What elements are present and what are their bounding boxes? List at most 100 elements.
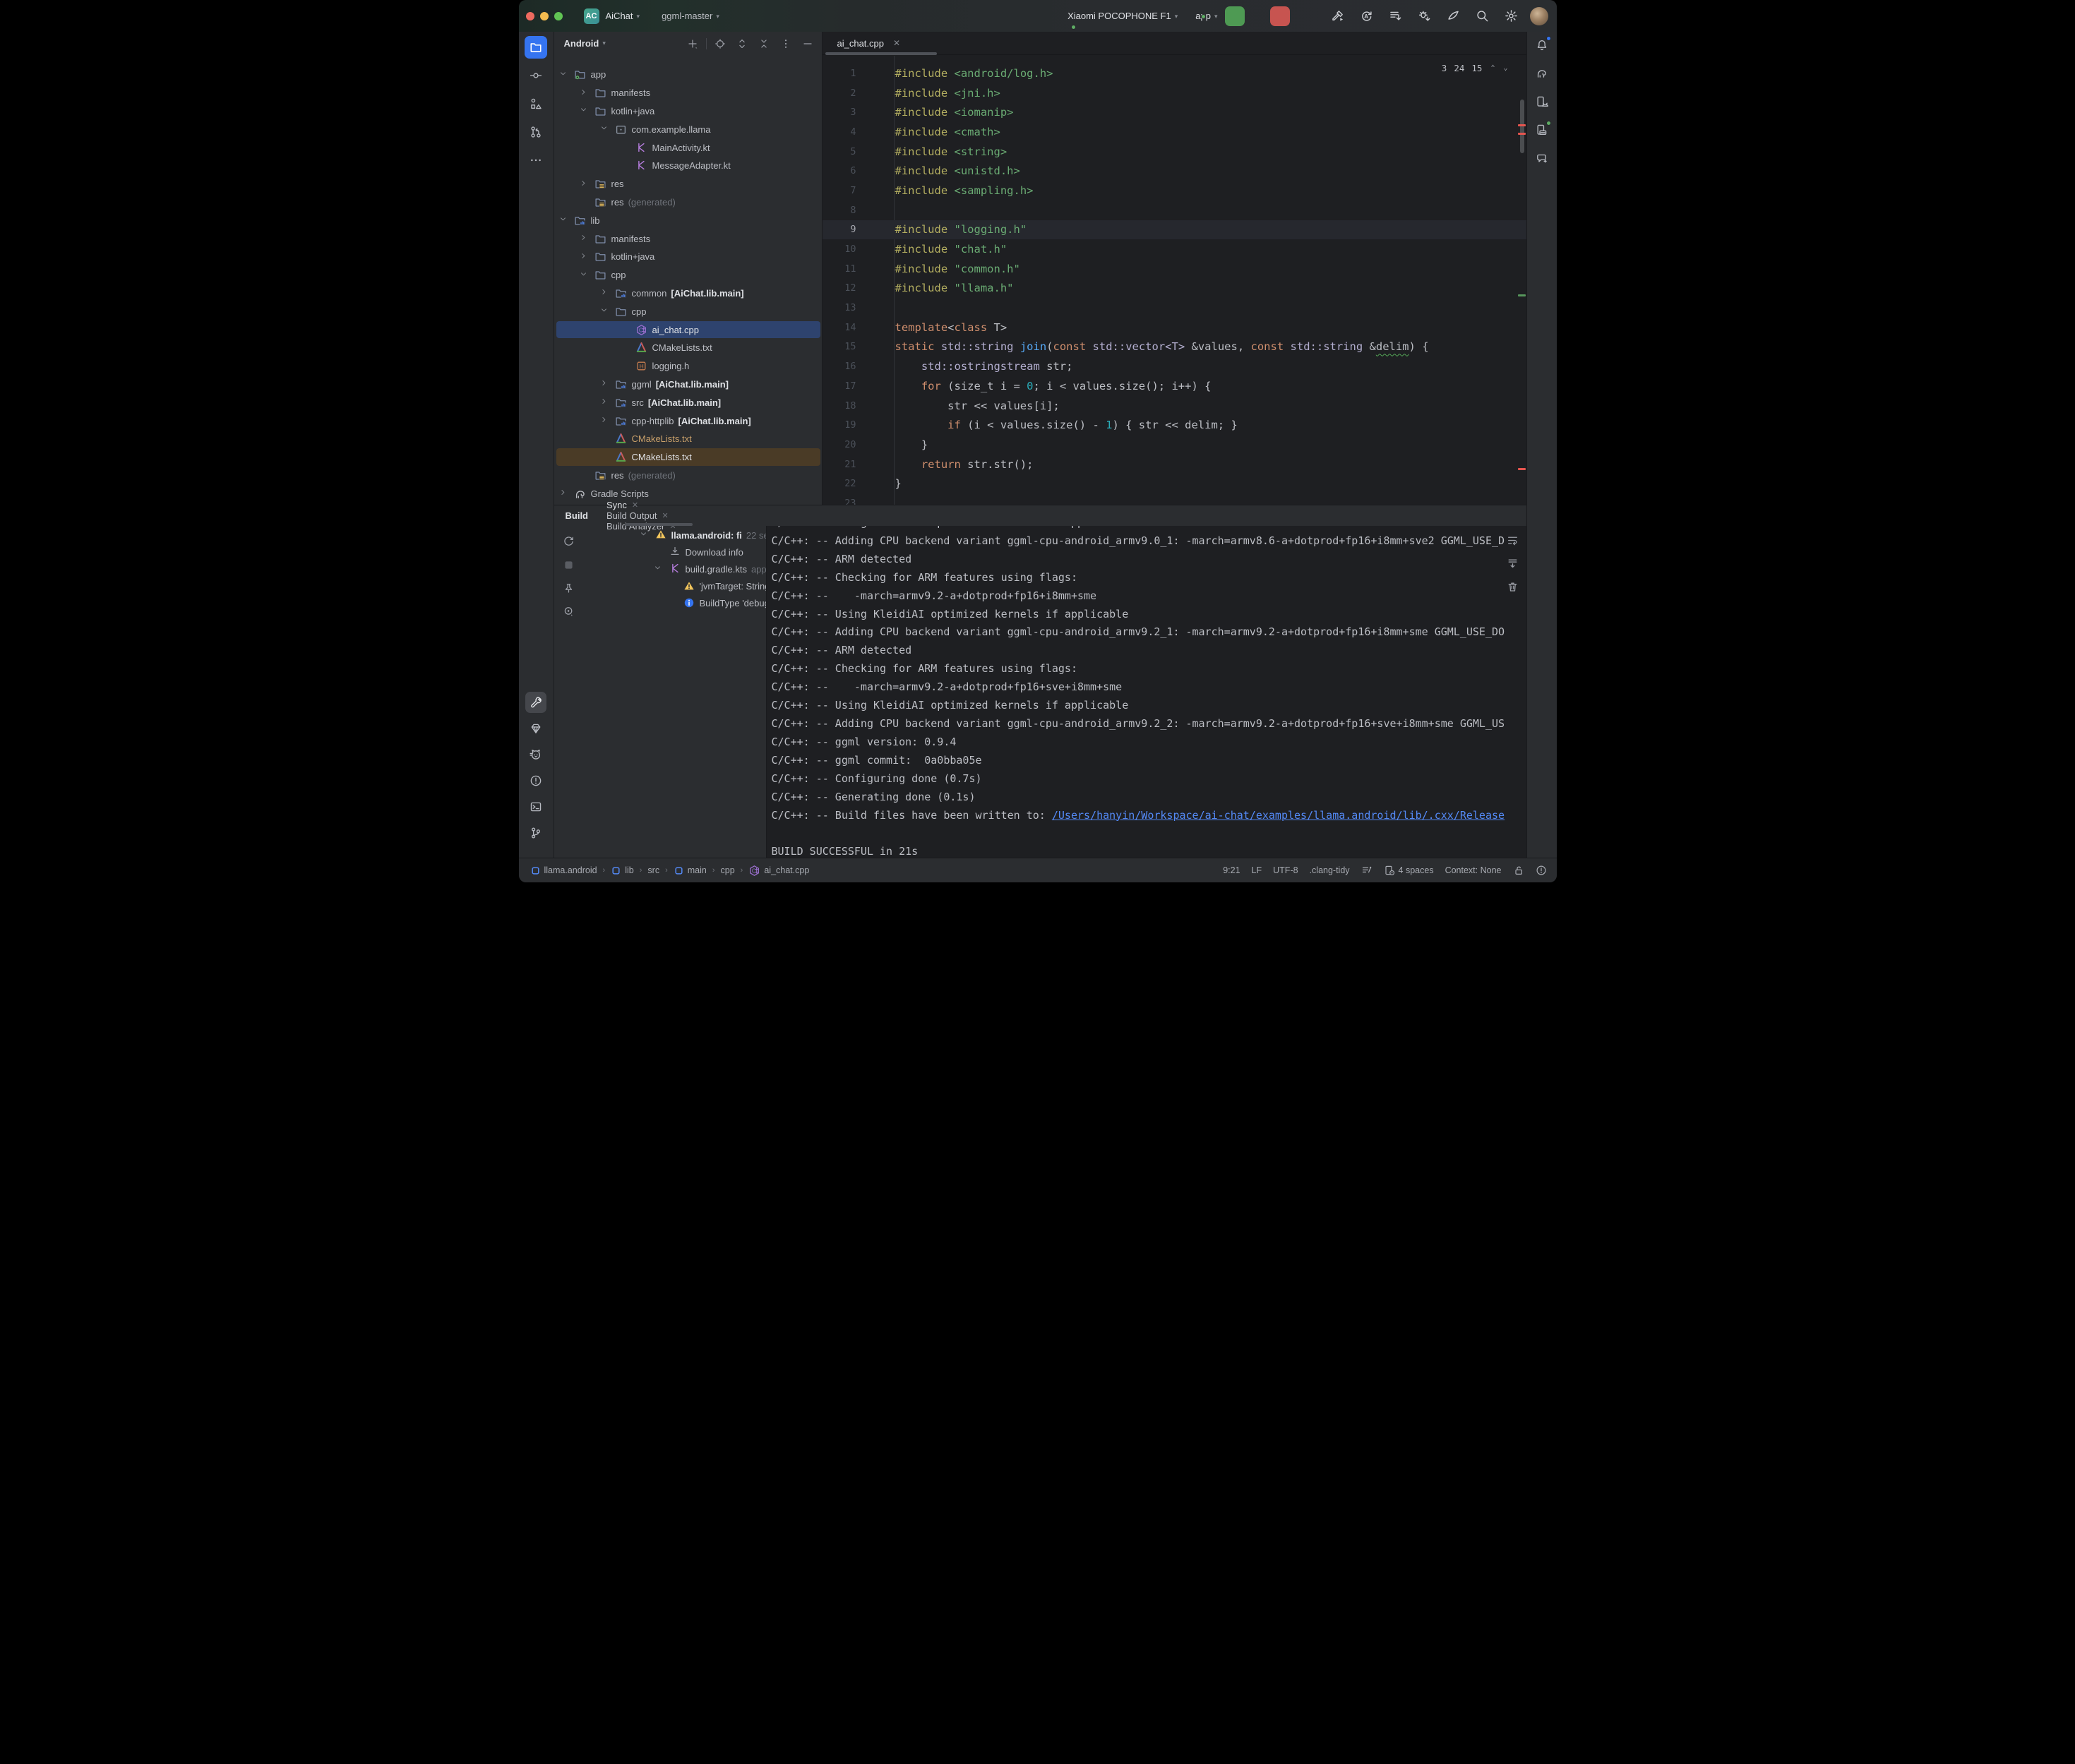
scroll-to-end-button[interactable] <box>1505 555 1521 572</box>
tree-row[interactable]: cpp <box>554 302 823 320</box>
apply-changes-button[interactable]: A <box>1357 6 1377 26</box>
breadcrumb-item[interactable]: cpp <box>721 865 735 875</box>
tree-row[interactable]: MessageAdapter.kt <box>554 157 823 175</box>
breadcrumb-item[interactable]: llama.android <box>530 865 597 876</box>
tree-row[interactable]: res(generated) <box>554 467 823 485</box>
tool-stripe-device-manager[interactable] <box>1531 91 1553 112</box>
tool-stripe-terminal[interactable] <box>525 796 546 817</box>
error-stripe-mark[interactable] <box>1518 133 1526 135</box>
tool-stripe-version-control[interactable] <box>525 822 546 844</box>
breadcrumb-item[interactable]: src <box>647 865 659 875</box>
tree-row[interactable]: Cai_chat.cpp <box>554 320 823 339</box>
tree-row[interactable]: MainActivity.kt <box>554 138 823 157</box>
prev-problem-icon[interactable]: ⌃ <box>1490 64 1495 72</box>
soft-wrap-button[interactable] <box>1505 532 1521 548</box>
code-line[interactable]: 15static std::string join(const std::vec… <box>823 337 1526 357</box>
tool-stripe-pull-requests[interactable] <box>525 121 547 143</box>
code-line[interactable]: 21 return str.str(); <box>823 455 1526 474</box>
tool-stripe-gradle[interactable] <box>1531 63 1553 84</box>
code-line[interactable]: 9#include "logging.h" <box>823 220 1526 240</box>
minimize-window-button[interactable] <box>540 12 549 20</box>
code-line[interactable]: 10#include "chat.h" <box>823 239 1526 259</box>
tool-stripe-running-devices[interactable] <box>1531 119 1553 140</box>
close-tab-icon[interactable]: ✕ <box>662 511 669 520</box>
inspections-widget[interactable]: 3 24 15 ⌃ ⌄ <box>1439 63 1508 73</box>
tree-row[interactable]: manifests <box>554 84 823 102</box>
build-tree-row[interactable]: llama.android: fi22 sec, 583 ms <box>584 527 766 544</box>
code-line[interactable]: 1#include <android/log.h> <box>823 64 1526 83</box>
build-output-link[interactable]: /Users/hanyin/Workspace/ai-chat/examples… <box>1052 809 1505 822</box>
tool-stripe-problems[interactable] <box>525 770 546 791</box>
status-write-access[interactable] <box>1513 865 1524 876</box>
tool-stripe-app-quality-insights[interactable] <box>525 718 546 739</box>
filter-button[interactable] <box>561 603 578 620</box>
tree-row[interactable]: Hlogging.h <box>554 357 823 376</box>
code-line[interactable]: 8 <box>823 200 1526 220</box>
device-mirroring-button[interactable] <box>1444 6 1464 26</box>
build-tree-row[interactable]: 'jvmTarget: String' is deprec <box>584 578 766 595</box>
tool-stripe-commit[interactable] <box>525 64 547 87</box>
code-line[interactable]: 4#include <cmath> <box>823 122 1526 142</box>
avatar[interactable] <box>1530 7 1548 25</box>
code-line[interactable]: 23 <box>823 493 1526 505</box>
editor-scrollbar[interactable] <box>1520 100 1524 153</box>
breadcrumb-item[interactable]: Cai_chat.cpp <box>748 865 809 877</box>
search-button[interactable] <box>1473 6 1493 26</box>
status-analysis-status[interactable] <box>1536 865 1547 876</box>
tool-stripe-project[interactable] <box>525 36 547 59</box>
stop-disabled-button[interactable] <box>561 556 578 573</box>
tree-row[interactable]: manifests <box>554 229 823 248</box>
code-line[interactable]: 18 str << values[i]; <box>823 396 1526 416</box>
code-line[interactable]: 19 if (i < values.size() - 1) { str << d… <box>823 415 1526 435</box>
build-tree-row[interactable]: Download info <box>584 544 766 560</box>
settings-button[interactable] <box>1502 6 1521 26</box>
tool-stripe-build-tool[interactable] <box>525 692 546 713</box>
tree-row[interactable]: lib <box>554 211 823 229</box>
project-view-selector[interactable]: Android▾ <box>564 38 606 49</box>
tool-stripe-logcat[interactable] <box>525 744 546 765</box>
code-line[interactable]: 22} <box>823 474 1526 493</box>
code-line[interactable]: 13 <box>823 298 1526 318</box>
status-indentation[interactable]: 4 spaces <box>1384 865 1434 876</box>
error-stripe-mark[interactable] <box>1518 124 1526 126</box>
build-button[interactable] <box>1328 6 1348 26</box>
tree-row[interactable]: kotlin+java <box>554 248 823 266</box>
tab-ai-chat-cpp[interactable]: ai_chat.cpp ✕ <box>823 32 908 54</box>
tree-row[interactable]: res <box>554 175 823 193</box>
status-clang-tidy[interactable]: .clang-tidy <box>1310 865 1350 875</box>
tree-row[interactable]: cpp-httplib[AiChat.lib.main] <box>554 412 823 430</box>
tree-row[interactable]: app <box>554 66 823 84</box>
debug-button[interactable] <box>1248 6 1267 26</box>
pin-button[interactable] <box>561 580 578 596</box>
status-context[interactable]: Context: None <box>1445 865 1502 875</box>
tool-stripe-notifications[interactable] <box>1531 35 1553 56</box>
tool-stripe-gemini[interactable] <box>1531 148 1553 169</box>
code-line[interactable]: 20 } <box>823 435 1526 455</box>
attach-debugger-button[interactable] <box>1415 6 1435 26</box>
build-tab-sync[interactable]: Sync✕ <box>606 500 676 510</box>
expand-all-button[interactable] <box>734 35 751 52</box>
stop-button[interactable] <box>1270 6 1290 26</box>
code-line[interactable]: 16 std::ostringstream str; <box>823 356 1526 376</box>
run-configuration-selector[interactable]: app▾ <box>1192 11 1217 21</box>
tree-row[interactable]: common[AiChat.lib.main] <box>554 284 823 303</box>
code-line[interactable]: 5#include <string> <box>823 142 1526 162</box>
locate-button[interactable] <box>712 35 729 52</box>
tree-row[interactable]: CMakeLists.txt <box>554 339 823 357</box>
zoom-window-button[interactable] <box>554 12 563 20</box>
tree-row[interactable]: ggml[AiChat.lib.main] <box>554 376 823 394</box>
collapse-all-button[interactable] <box>755 35 772 52</box>
change-stripe-mark[interactable] <box>1518 294 1526 296</box>
error-stripe-mark[interactable] <box>1518 468 1526 470</box>
code-line[interactable]: 2#include <jni.h> <box>823 83 1526 103</box>
code-line[interactable]: 14template<class T> <box>823 318 1526 337</box>
code-line[interactable]: 7#include <sampling.h> <box>823 181 1526 200</box>
tree-row[interactable]: res(generated) <box>554 193 823 212</box>
hide-button[interactable] <box>799 35 816 52</box>
build-tab-build-output[interactable]: Build Output✕ <box>606 510 676 521</box>
tree-row[interactable]: CMakeLists.txt <box>554 430 823 448</box>
sync-button[interactable] <box>561 533 578 550</box>
breadcrumb-item[interactable]: main <box>674 865 707 876</box>
status-line-ending[interactable]: LF <box>1252 865 1262 875</box>
rerun-button[interactable] <box>1225 6 1245 26</box>
